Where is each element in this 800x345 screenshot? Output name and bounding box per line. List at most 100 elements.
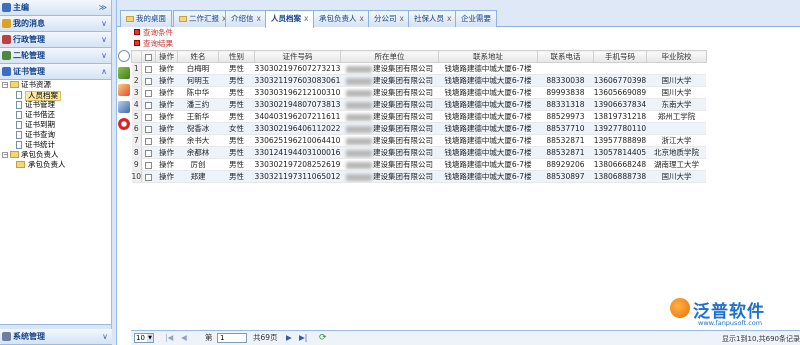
export-icon[interactable] [118,101,130,113]
row-checkbox[interactable] [145,161,153,169]
row-checkbox-cell[interactable] [141,134,156,147]
tab-desktop[interactable]: 我的桌面 [120,10,172,27]
collapse-toggle-icon[interactable]: − [2,82,8,88]
next-page-button[interactable]: ▶ [286,333,292,343]
edit-icon[interactable] [118,67,130,79]
close-icon[interactable]: x [400,14,404,23]
tree-node-contract-leader-group[interactable]: − 承包负责人 [0,150,111,160]
row-operation-link[interactable]: 操作 [155,122,178,135]
sidebar-header-admin[interactable]: 行政管理 ∨ [0,32,111,48]
table-row[interactable]: 1 操作 白梅明 男性 330302197607273213 建设集团有限公司 钱塘路建德中… [131,62,707,75]
row-operation-link[interactable]: 操作 [155,74,178,87]
cell-school: 国川大学 [646,170,707,183]
row-checkbox-cell[interactable] [141,146,156,159]
add-icon[interactable] [118,84,130,96]
sidebar-header-certificates[interactable]: 证书管理 ∧ [0,64,111,80]
tab-contract-leader[interactable]: 承包负责人 x [313,10,370,27]
row-operation-link[interactable]: 操作 [155,98,178,111]
column-header-mobile[interactable]: 手机号码 [592,50,647,63]
table-row[interactable]: 5 操作 王新华 男性 340403196207211611 建设集团有限公司 钱塘路建德中… [131,110,707,123]
collapse-toggle-icon[interactable]: − [2,152,8,158]
logo-url: www.fanpusoft.com [698,319,763,327]
sidebar-header-messages[interactable]: 我的消息 ∨ [0,16,111,32]
tree-node-contract-leader[interactable]: 承包负责人 [0,160,111,170]
close-icon[interactable]: x [360,14,364,23]
tree-node-cert-resources[interactable]: − 证书资源 [0,80,111,90]
row-operation-link[interactable]: 操作 [155,62,178,75]
collapse-sidebar-icon[interactable]: ≫ [99,0,107,15]
sidebar-header-home[interactable]: 主编 ≫ [0,0,111,16]
tab-social-security[interactable]: 社保人员 x [408,10,458,27]
row-checkbox-cell[interactable] [141,62,156,75]
tree-node-personnel-files[interactable]: 人员档案 [0,90,111,101]
tab-enterprise-needs[interactable]: 企业需要 [455,10,497,27]
sidebar-header-system[interactable]: 系统管理 ∨ [0,329,112,345]
row-operation-link[interactable]: 操作 [155,146,178,159]
row-operation-link[interactable]: 操作 [155,158,178,171]
tree-node-cert-statistics[interactable]: 证书统计 [0,140,111,150]
select-all-checkbox[interactable] [145,53,153,61]
query-condition-link[interactable]: 查询条件 [134,27,173,38]
last-page-button[interactable]: ▶| [299,333,307,343]
column-header-school[interactable]: 毕业院校 [645,50,707,63]
row-operation-link[interactable]: 操作 [155,86,178,99]
table-row[interactable]: 9 操作 厉创 男性 330302197208252619 建设集团有限公司 钱塘路建德中城… [131,158,707,171]
row-checkbox[interactable] [145,149,153,157]
table-row[interactable]: 7 操作 余书大 男性 330625196210064410 建设集团有限公司 钱塘路建德中… [131,134,707,147]
first-page-button[interactable]: |◀ [165,333,173,343]
row-checkbox[interactable] [145,65,153,73]
row-checkbox-cell[interactable] [141,110,156,123]
close-icon[interactable]: x [257,14,261,23]
tab-personnel-files[interactable]: 人员档案 x [265,10,315,28]
row-checkbox-cell[interactable] [141,98,156,111]
row-checkbox-cell[interactable] [141,170,156,183]
row-operation-link[interactable]: 操作 [155,110,178,123]
column-header-unit[interactable]: 所在单位 [339,50,439,63]
row-checkbox-cell[interactable] [141,74,156,87]
tree-node-cert-expiry[interactable]: 证书到期 [0,120,111,130]
table-row[interactable]: 3 操作 陈中华 男性 330303196212100310 建设集团有限公司 钱塘路建德中… [131,86,707,99]
tree-node-cert-management[interactable]: 证书管理 [0,100,111,110]
row-checkbox[interactable] [145,101,153,109]
page-number-input[interactable]: 1 [217,333,247,343]
cell-name: 陈中华 [177,86,219,99]
refresh-icon[interactable]: ⟳ [319,333,327,343]
row-checkbox-cell[interactable] [141,86,156,99]
tree-node-cert-lending[interactable]: 证书借还 [0,110,111,120]
table-row[interactable]: 8 操作 余都林 男性 330124194403100016 建设集团有限公司 钱塘路建德中… [131,146,707,159]
column-header-gender[interactable]: 性别 [218,50,256,63]
cell-mobile: 13806668248 [593,158,647,171]
column-header-id-number[interactable]: 证件号码 [254,50,341,63]
column-header-operation[interactable]: 操作 [155,50,179,63]
search-icon[interactable] [118,50,130,62]
column-header-phone[interactable]: 联系电话 [536,50,594,63]
tree-node-cert-query[interactable]: 证书查询 [0,130,111,140]
tab-work-report[interactable]: 二作汇报x [173,10,233,27]
row-operation-link[interactable]: 操作 [155,134,178,147]
row-checkbox[interactable] [145,89,153,97]
delete-icon[interactable] [118,118,130,130]
tab-branch[interactable]: 分公司 x [368,10,410,27]
query-result-link[interactable]: 查询结果 [134,38,173,49]
prev-page-button[interactable]: ◀ [181,333,187,343]
row-checkbox[interactable] [145,77,153,85]
row-checkbox[interactable] [145,173,153,181]
column-header-name[interactable]: 姓名 [177,50,220,63]
select-all-header[interactable] [141,50,157,63]
row-checkbox[interactable] [145,125,153,133]
sidebar-header-secondary[interactable]: 二轮管理 ∨ [0,48,111,64]
table-row[interactable]: 6 操作 倪香冰 女性 330302196406112022 建设集团有限公司 钱塘路建德中… [131,122,707,135]
column-header-address[interactable]: 联系地址 [437,50,538,63]
row-checkbox[interactable] [145,137,153,145]
row-checkbox-cell[interactable] [141,158,156,171]
row-operation-link[interactable]: 操作 [155,170,178,183]
table-row[interactable]: 10 操作 郑建 男性 330321197311065012 建设集团有限公司 钱塘路建德中… [131,170,707,183]
page-size-select[interactable]: 10 ▼ [134,333,154,343]
table-row[interactable]: 4 操作 潘三约 男性 330302194807073813 建设集团有限公司 钱塘路建德中… [131,98,707,111]
close-icon[interactable]: x [447,14,451,23]
row-checkbox[interactable] [145,113,153,121]
row-checkbox-cell[interactable] [141,122,156,135]
table-row[interactable]: 2 操作 何明玉 男性 330321197603083061 建设集团有限公司 钱塘路建德中… [131,74,707,87]
close-icon[interactable]: x [304,14,308,23]
tab-intro-letter[interactable]: 介绍信 x [225,10,267,27]
